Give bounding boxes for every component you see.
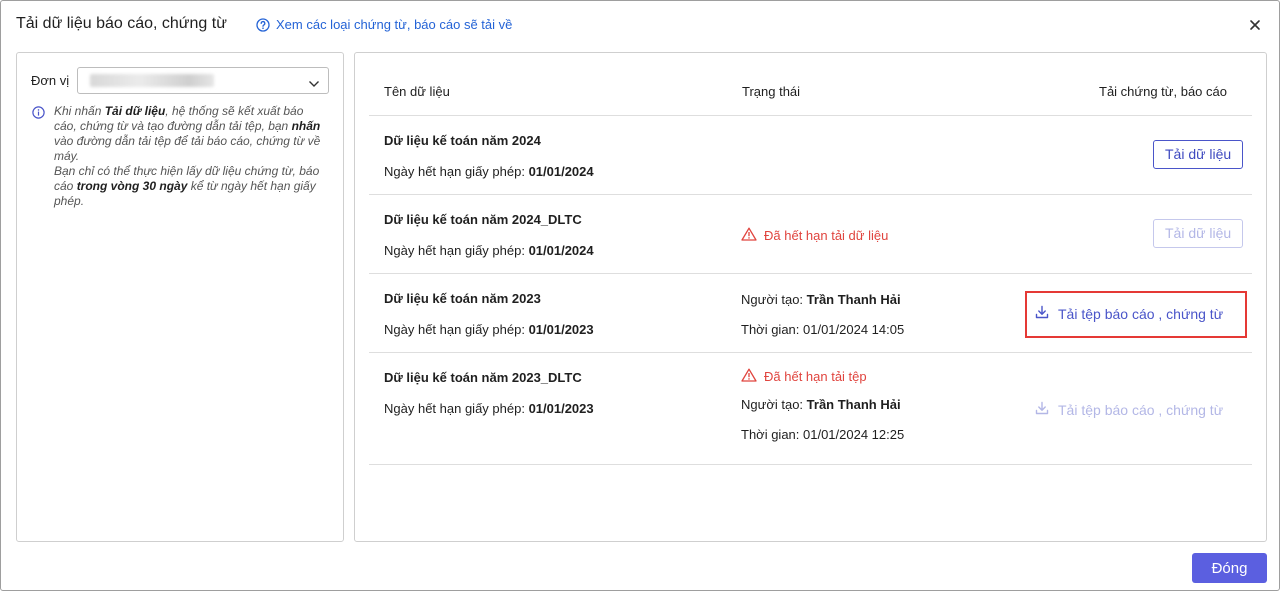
dialog-title: Tải dữ liệu báo cáo, chứng từ bbox=[16, 15, 227, 32]
row-expiry: Ngày hết hạn giấy phép: 01/01/2024 bbox=[384, 243, 594, 258]
row-expiry: Ngày hết hạn giấy phép: 01/01/2024 bbox=[384, 164, 594, 179]
download-file-text: Tải tệp báo cáo , chứng từ bbox=[1058, 305, 1224, 322]
download-file-link[interactable]: Tải tệp báo cáo , chứng từ bbox=[1035, 305, 1223, 322]
creator-name: Trần Thanh Hải bbox=[806, 292, 901, 307]
dialog-header: Tải dữ liệu báo cáo, chứng từ Xem các lo… bbox=[1, 1, 1279, 49]
expiry-date: 01/01/2024 bbox=[528, 243, 594, 258]
row-name: Dữ liệu kế toán năm 2023 bbox=[384, 291, 541, 306]
time-label: Thời gian: bbox=[741, 427, 803, 442]
download-file-link-disabled: Tải tệp báo cáo , chứng từ bbox=[1035, 401, 1223, 418]
info-text-part: vào đường dẫn tải tệp để tải báo cáo, ch… bbox=[54, 134, 321, 163]
expiry-label: Ngày hết hạn giấy phép: bbox=[384, 401, 529, 416]
expiry-date: 01/01/2024 bbox=[528, 164, 594, 179]
warning-triangle-icon bbox=[741, 227, 757, 244]
unit-select[interactable] bbox=[77, 67, 329, 94]
warning-text: Đã hết hạn tải dữ liệu bbox=[764, 228, 889, 243]
row-time: Thời gian: 01/01/2024 14:05 bbox=[741, 322, 904, 337]
row-name: Dữ liệu kế toán năm 2023_DLTC bbox=[384, 370, 582, 385]
expiry-label: Ngày hết hạn giấy phép: bbox=[384, 322, 529, 337]
info-text: Khi nhấn Tải dữ liệu, hệ thống sẽ kết xu… bbox=[54, 104, 326, 209]
help-link-text: Xem các loại chứng từ, báo cáo sẽ tải về bbox=[276, 17, 513, 32]
creator-label: Người tạo: bbox=[741, 397, 807, 412]
expiry-label: Ngày hết hạn giấy phép: bbox=[384, 243, 529, 258]
row-creator: Người tạo: Trần Thanh Hải bbox=[741, 397, 901, 412]
expired-warning: Đã hết hạn tải tệp bbox=[741, 368, 867, 385]
table-row: Dữ liệu kế toán năm 2024_DLTC Ngày hết h… bbox=[369, 194, 1252, 273]
info-text-bold: trong vòng 30 ngày bbox=[76, 179, 188, 193]
close-button[interactable]: Đóng bbox=[1192, 553, 1267, 583]
row-name: Dữ liệu kế toán năm 2024_DLTC bbox=[384, 212, 582, 227]
expiry-date: 01/01/2023 bbox=[528, 401, 594, 416]
time-value: 01/01/2024 12:25 bbox=[803, 427, 905, 442]
warning-text: Đã hết hạn tải tệp bbox=[764, 369, 867, 384]
row-time: Thời gian: 01/01/2024 12:25 bbox=[741, 427, 904, 442]
time-label: Thời gian: bbox=[741, 322, 803, 337]
info-text-bold: Tải dữ liệu bbox=[104, 104, 166, 118]
help-link[interactable]: Xem các loại chứng từ, báo cáo sẽ tải về bbox=[256, 17, 512, 32]
data-table-panel: Tên dữ liệu Trạng thái Tải chứng từ, báo… bbox=[354, 52, 1267, 542]
column-header-download: Tải chứng từ, báo cáo bbox=[1099, 84, 1227, 99]
chevron-down-icon bbox=[308, 76, 320, 94]
warning-triangle-icon bbox=[741, 368, 757, 385]
download-report-dialog: Tải dữ liệu báo cáo, chứng từ Xem các lo… bbox=[0, 0, 1280, 591]
row-creator: Người tạo: Trần Thanh Hải bbox=[741, 292, 901, 307]
unit-label: Đơn vị bbox=[31, 73, 70, 88]
unit-value-blurred bbox=[90, 74, 214, 87]
download-data-button[interactable]: Tải dữ liệu bbox=[1153, 140, 1244, 169]
expired-warning: Đã hết hạn tải dữ liệu bbox=[741, 227, 888, 244]
column-header-name: Tên dữ liệu bbox=[384, 84, 450, 99]
expiry-label: Ngày hết hạn giấy phép: bbox=[384, 164, 529, 179]
row-expiry: Ngày hết hạn giấy phép: 01/01/2023 bbox=[384, 401, 594, 416]
info-text-bold: nhấn bbox=[291, 119, 321, 133]
info-icon bbox=[32, 106, 45, 124]
time-value: 01/01/2024 14:05 bbox=[803, 322, 905, 337]
creator-label: Người tạo: bbox=[741, 292, 807, 307]
table-row: Dữ liệu kế toán năm 2023_DLTC Ngày hết h… bbox=[369, 352, 1252, 465]
download-file-text: Tải tệp báo cáo , chứng từ bbox=[1058, 401, 1224, 418]
left-panel: Đơn vị Khi nhấn Tải dữ liệu, hệ thống sẽ… bbox=[16, 52, 344, 542]
download-data-button-disabled: Tải dữ liệu bbox=[1153, 219, 1244, 248]
row-expiry: Ngày hết hạn giấy phép: 01/01/2023 bbox=[384, 322, 594, 337]
download-icon bbox=[1035, 401, 1049, 418]
table-row: Dữ liệu kế toán năm 2024 Ngày hết hạn gi… bbox=[369, 115, 1252, 194]
help-circle-icon bbox=[256, 17, 270, 32]
creator-name: Trần Thanh Hải bbox=[806, 397, 901, 412]
info-text-part: Khi nhấn bbox=[54, 104, 105, 118]
close-icon[interactable] bbox=[1245, 15, 1265, 35]
table-row: Dữ liệu kế toán năm 2023 Ngày hết hạn gi… bbox=[369, 273, 1252, 352]
row-name: Dữ liệu kế toán năm 2024 bbox=[384, 133, 541, 148]
expiry-date: 01/01/2023 bbox=[528, 322, 594, 337]
download-icon bbox=[1035, 305, 1049, 322]
column-header-status: Trạng thái bbox=[742, 84, 801, 99]
